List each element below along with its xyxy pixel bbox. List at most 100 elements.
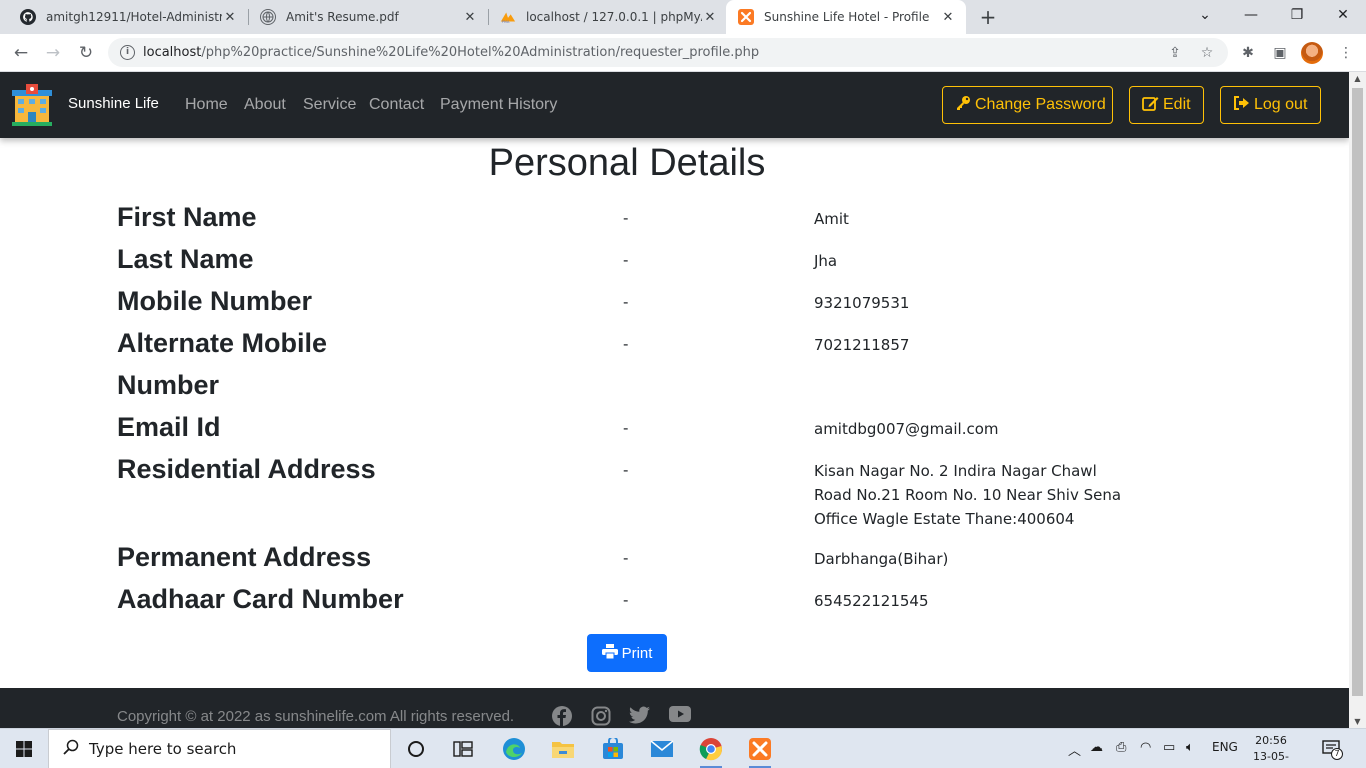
scroll-down-arrow-icon[interactable]: ▼ (1352, 717, 1363, 726)
restore-button[interactable]: ❐ (1274, 0, 1320, 34)
tab-title: amitgh12911/Hotel-Administrati (46, 10, 222, 24)
language-indicator[interactable]: ENG (1212, 740, 1238, 754)
edge-browser-icon[interactable] (497, 733, 531, 765)
site-footer: Copyright © at 2022 as sunshinelife.com … (0, 688, 1349, 728)
detail-value: 654522121545 (814, 592, 929, 610)
change-password-button[interactable]: Change Password (942, 86, 1113, 124)
browser-tab-strip: amitgh12911/Hotel-Administrati ✕ Amit's … (0, 0, 1366, 34)
close-icon[interactable]: ✕ (462, 10, 478, 25)
close-icon[interactable]: ✕ (940, 10, 956, 25)
brand-name[interactable]: Sunshine Life (68, 95, 159, 112)
svg-text:PMA: PMA (502, 20, 510, 24)
xampp-icon (738, 9, 754, 25)
windows-start-icon[interactable] (16, 741, 32, 757)
detail-separator: - (623, 251, 629, 269)
device-icon[interactable]: ⎙ (1116, 740, 1126, 755)
facebook-icon[interactable] (552, 706, 574, 726)
url-text[interactable]: localhost/php%20practice/Sunshine%20Life… (143, 45, 759, 60)
share-icon[interactable]: ⇪ (1165, 43, 1185, 63)
browser-tab-github[interactable]: amitgh12911/Hotel-Administrati ✕ (8, 0, 248, 34)
tab-search-icon[interactable]: ⌄ (1182, 0, 1228, 34)
twitter-icon[interactable] (629, 706, 651, 726)
detail-value: 7021211857 (814, 336, 910, 354)
detail-value: Amit (814, 210, 849, 228)
show-hidden-icons-chevron-icon[interactable]: ︿ (1068, 740, 1081, 759)
back-arrow-icon[interactable]: ← (9, 41, 33, 65)
detail-value: amitdbg007@gmail.com (814, 420, 999, 438)
detail-separator: - (623, 209, 629, 227)
detail-label: Permanent Address (117, 542, 372, 572)
reload-icon[interactable]: ↻ (74, 41, 98, 65)
browser-tab-phpmyadmin[interactable]: PMA localhost / 127.0.0.1 | phpMyAdn ✕ (488, 0, 728, 34)
globe-icon (260, 9, 276, 25)
close-icon[interactable]: ✕ (222, 10, 238, 25)
notification-count-badge: 7 (1331, 748, 1343, 760)
phpmyadmin-icon: PMA (500, 9, 516, 25)
edit-pencil-icon (1142, 95, 1159, 115)
microsoft-store-icon[interactable] (596, 733, 630, 765)
logout-button[interactable]: Log out (1220, 86, 1321, 124)
xampp-taskbar-icon[interactable] (743, 733, 777, 768)
key-icon (955, 95, 971, 115)
clock-date: 13-05-2022 (1253, 750, 1289, 768)
menu-kebab-icon[interactable]: ⋮ (1336, 43, 1356, 63)
page-scrollbar[interactable]: ▲ ▼ (1349, 72, 1366, 728)
system-clock[interactable]: 20:56 13-05-2022 (1247, 733, 1295, 768)
nav-link-about[interactable]: About (244, 96, 286, 114)
browser-tab-resume[interactable]: Amit's Resume.pdf ✕ (248, 0, 488, 34)
detail-label: Aadhaar Card Number (117, 584, 404, 614)
wifi-icon[interactable]: ◠ (1140, 740, 1151, 755)
address-bar[interactable]: i localhost/php%20practice/Sunshine%20Li… (108, 38, 1228, 67)
youtube-icon[interactable] (669, 706, 691, 726)
close-icon[interactable]: ✕ (702, 10, 718, 25)
side-panel-icon[interactable]: ▣ (1270, 43, 1290, 63)
site-navbar: Sunshine Life Home About Service Contact… (0, 72, 1349, 138)
info-icon[interactable]: i (120, 45, 135, 60)
nav-link-home[interactable]: Home (185, 96, 228, 114)
instagram-icon[interactable] (591, 706, 613, 726)
minimize-button[interactable]: — (1228, 0, 1274, 34)
tab-title: localhost / 127.0.0.1 | phpMyAdn (526, 10, 702, 24)
volume-icon[interactable]: 🔈︎ (1186, 740, 1194, 755)
detail-separator: - (623, 591, 629, 609)
detail-separator: - (623, 419, 629, 437)
new-tab-button[interactable]: + (976, 4, 1000, 30)
print-label: Print (621, 644, 653, 662)
detail-value: Jha (814, 252, 838, 270)
chrome-icon[interactable] (694, 733, 728, 768)
scrollbar-thumb[interactable] (1352, 88, 1363, 696)
nav-link-service[interactable]: Service (303, 96, 356, 114)
bookmark-star-icon[interactable]: ☆ (1197, 43, 1217, 63)
file-explorer-icon[interactable] (546, 733, 580, 765)
profile-avatar[interactable] (1301, 42, 1323, 64)
scroll-up-arrow-icon[interactable]: ▲ (1352, 74, 1363, 83)
battery-icon[interactable]: ▭ (1163, 740, 1175, 755)
onedrive-cloud-icon[interactable]: ☁ (1090, 740, 1103, 755)
notification-center-icon[interactable]: 7 (1322, 740, 1343, 760)
extensions-puzzle-icon[interactable]: ✱ (1238, 43, 1258, 63)
taskbar-search-input[interactable]: Type here to search (48, 729, 391, 768)
detail-value: Kisan Nagar No. 2 Indira Nagar Chawl Roa… (814, 462, 1122, 528)
edit-button[interactable]: Edit (1129, 86, 1204, 124)
detail-label: First Name (117, 202, 257, 232)
mail-icon[interactable] (645, 733, 679, 765)
detail-separator: - (623, 461, 629, 479)
close-window-button[interactable]: ✕ (1320, 0, 1366, 34)
detail-separator: - (623, 549, 629, 567)
task-view-icon[interactable] (446, 733, 480, 765)
detail-label: Email Id (117, 412, 221, 442)
cortana-icon[interactable] (399, 733, 433, 765)
browser-tab-profile[interactable]: Sunshine Life Hotel - Profile ✕ (726, 0, 966, 34)
printer-icon (601, 643, 618, 663)
search-placeholder: Type here to search (89, 740, 237, 758)
clock-time: 20:56 (1255, 734, 1287, 747)
change-password-label: Change Password (975, 96, 1106, 113)
hotel-logo-icon[interactable] (12, 84, 52, 126)
nav-link-payment-history[interactable]: Payment History (440, 96, 557, 114)
edit-label: Edit (1163, 96, 1191, 113)
windows-taskbar: Type here to search ︿ ☁ ⎙ ◠ ▭ 🔈︎ ENG 20:… (0, 728, 1366, 768)
forward-arrow-icon[interactable]: → (41, 41, 65, 65)
nav-link-contact[interactable]: Contact (369, 96, 424, 114)
page-viewport: Sunshine Life Home About Service Contact… (0, 72, 1366, 728)
print-button[interactable]: Print (587, 634, 667, 672)
